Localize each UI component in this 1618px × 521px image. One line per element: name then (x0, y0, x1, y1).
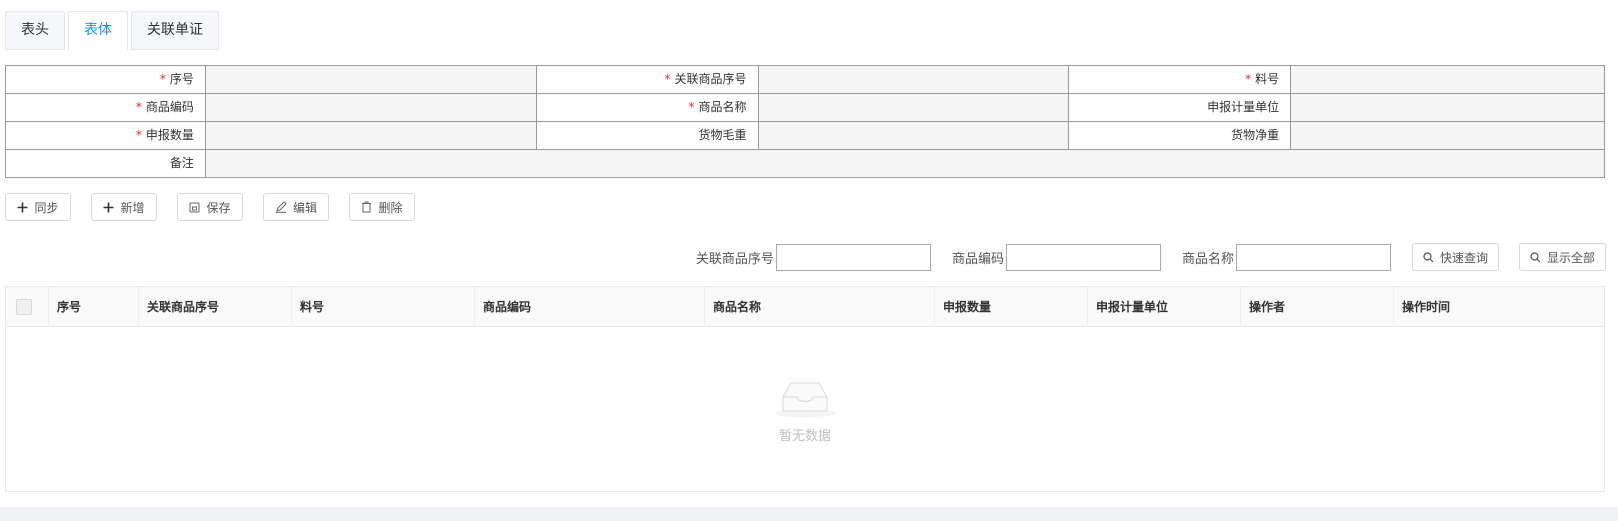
quick-search-button[interactable]: 快速查询 (1411, 243, 1499, 271)
field-remark[interactable] (205, 150, 1605, 178)
search-goods-code-input[interactable] (1005, 243, 1161, 271)
form-row: 备注 (6, 150, 1605, 178)
field-related-item-seq[interactable] (758, 66, 1070, 94)
field-gross-weight[interactable] (758, 122, 1070, 150)
field-declared-qty[interactable] (205, 122, 537, 150)
search-related-seq-label: 关联商品序号 (695, 251, 774, 267)
field-goods-name[interactable] (758, 94, 1070, 122)
search-goods-name-input[interactable] (1235, 243, 1391, 271)
save-button-label: 保存 (206, 200, 231, 215)
trash-icon (361, 201, 372, 213)
edit-icon (275, 201, 287, 213)
col-operate-time[interactable]: 操作时间 (1394, 287, 1599, 327)
label-part-no: * 料号 (1069, 66, 1292, 94)
empty-state: 暂无数据 (6, 377, 1604, 444)
empty-text: 暂无数据 (778, 429, 831, 444)
label-goods-name: * 商品名称 (536, 94, 759, 122)
save-icon (189, 202, 200, 213)
col-declared-qty[interactable]: 申报数量 (935, 287, 1088, 327)
tab-bar: 表头 表体 关联单证 (5, 11, 222, 50)
required-mark: * (135, 100, 142, 114)
col-related-item-seq[interactable]: 关联商品序号 (139, 287, 292, 327)
label-declared-unit: 申报计量单位 (1069, 94, 1292, 122)
select-all-cell (6, 287, 49, 327)
label-goods-code: * 商品编码 (6, 94, 206, 122)
required-mark: * (159, 72, 166, 86)
add-button[interactable]: 新增 (91, 193, 157, 221)
search-related-seq-input[interactable] (775, 243, 931, 271)
table-header: 序号 关联商品序号 料号 商品编码 商品名称 申报数量 申报计量单位 操作者 操… (6, 287, 1604, 327)
search-goods-name-label: 商品名称 (1181, 251, 1234, 267)
required-mark: * (664, 72, 671, 86)
bottom-bar (0, 507, 1618, 521)
search-bar: 关联商品序号 商品编码 商品名称 快速查询 显示全部 (696, 243, 1606, 271)
field-net-weight[interactable] (1291, 122, 1605, 150)
add-button-label: 新增 (120, 200, 145, 215)
required-mark: * (688, 100, 695, 114)
show-all-label: 显示全部 (1546, 250, 1595, 265)
label-related-item-seq: * 关联商品序号 (536, 66, 759, 94)
label-gross-weight: 货物毛重 (536, 122, 759, 150)
field-declared-unit[interactable] (1291, 94, 1605, 122)
form-row: * 序号 * 关联商品序号 * 料号 (6, 66, 1605, 94)
col-declared-unit[interactable]: 申报计量单位 (1088, 287, 1241, 327)
show-all-button[interactable]: 显示全部 (1518, 243, 1606, 271)
select-all-checkbox[interactable] (16, 299, 32, 315)
form-row: * 商品编码 * 商品名称 申报计量单位 (6, 94, 1605, 122)
label-seq: * 序号 (6, 66, 206, 94)
delete-button[interactable]: 删除 (349, 193, 415, 221)
label-declared-qty: * 申报数量 (6, 122, 206, 150)
toolbar: 同步 新增 保存 编辑 删除 (5, 193, 435, 221)
sync-button-label: 同步 (34, 200, 59, 215)
tab-body[interactable]: 表体 (68, 11, 128, 50)
label-net-weight: 货物净重 (1069, 122, 1292, 150)
field-goods-code[interactable] (205, 94, 537, 122)
save-button[interactable]: 保存 (177, 193, 243, 221)
col-goods-name[interactable]: 商品名称 (705, 287, 935, 327)
delete-button-label: 删除 (378, 200, 403, 215)
body-form: * 序号 * 关联商品序号 * 料号 * 商品编码 * 商品名称 申报计量单位 * 申报数量… (5, 65, 1605, 178)
sync-button[interactable]: 同步 (5, 193, 71, 221)
quick-search-label: 快速查询 (1439, 250, 1488, 265)
form-row: * 申报数量 货物毛重 货物净重 (6, 122, 1605, 150)
plus-icon (17, 202, 28, 213)
field-part-no[interactable] (1291, 66, 1605, 94)
search-icon (1530, 251, 1541, 263)
col-part-no[interactable]: 料号 (292, 287, 475, 327)
required-mark: * (135, 128, 142, 142)
required-mark: * (1245, 72, 1252, 86)
col-seq[interactable]: 序号 (49, 287, 139, 327)
data-table: 序号 关联商品序号 料号 商品编码 商品名称 申报数量 申报计量单位 操作者 操… (5, 286, 1605, 492)
col-goods-code[interactable]: 商品编码 (475, 287, 705, 327)
edit-button-label: 编辑 (292, 200, 317, 215)
col-operator[interactable]: 操作者 (1241, 287, 1394, 327)
field-seq[interactable] (205, 66, 537, 94)
plus-icon (103, 202, 114, 213)
label-remark: 备注 (6, 150, 206, 178)
search-icon (1423, 251, 1434, 263)
edit-button[interactable]: 编辑 (263, 193, 329, 221)
search-goods-code-label: 商品编码 (951, 251, 1004, 267)
empty-inbox-icon (6, 377, 1604, 419)
tab-header[interactable]: 表头 (5, 11, 65, 50)
tab-related-docs[interactable]: 关联单证 (131, 11, 219, 50)
